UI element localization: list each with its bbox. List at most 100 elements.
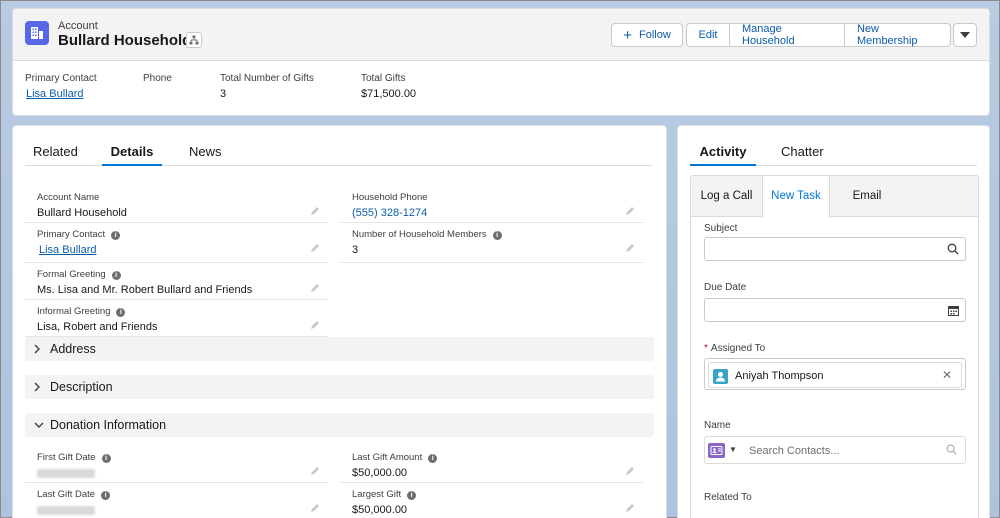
field-formal-greeting: Formal Greeting i Ms. Lisa and Mr. Robert… xyxy=(25,263,328,300)
manage-household-button[interactable]: Manage Household xyxy=(730,23,845,47)
chevron-down-icon xyxy=(960,32,970,38)
assigned-to-pill[interactable]: Aniyah Thompson ✕ xyxy=(708,362,962,388)
tab-chatter[interactable]: Chatter xyxy=(781,140,824,166)
pencil-icon[interactable] xyxy=(310,206,320,216)
section-donation-information[interactable]: Donation Information xyxy=(25,413,654,437)
related-to-label: Related To xyxy=(704,492,752,503)
tab-log-a-call[interactable]: Log a Call xyxy=(691,176,762,217)
search-icon xyxy=(947,243,959,255)
edit-button[interactable]: Edit xyxy=(686,23,730,47)
section-title: Donation Information xyxy=(50,418,167,432)
search-contacts-input[interactable]: Search Contacts... xyxy=(749,445,840,457)
field-label: Household Phone xyxy=(352,192,428,203)
new-membership-button[interactable]: New Membership xyxy=(845,23,951,47)
calendar-icon[interactable] xyxy=(948,305,959,316)
household-phone-link[interactable]: (555) 328-1274 xyxy=(352,207,427,219)
record-header: Account Bullard Household + Follow Edit … xyxy=(12,8,990,116)
section-description[interactable]: Description xyxy=(25,375,654,399)
highlight-total-number-of-gifts: Total Number of Gifts 3 xyxy=(220,73,314,100)
info-icon[interactable]: i xyxy=(111,231,121,240)
hierarchy-icon[interactable] xyxy=(186,32,202,48)
pencil-icon[interactable] xyxy=(310,243,320,253)
assigned-to-name: Aniyah Thompson xyxy=(735,370,824,382)
field-label-text: Last Gift Date xyxy=(37,489,96,500)
highlight-value: $71,500.00 xyxy=(361,88,417,100)
field-last-gift-amount: Last Gift Amount i $50,000.00 xyxy=(340,446,643,483)
chevron-down-icon xyxy=(34,422,44,428)
subject-input[interactable] xyxy=(704,237,966,261)
subject-label: Subject xyxy=(704,223,738,234)
field-informal-greeting: Informal Greeting i Lisa, Robert and Frie… xyxy=(25,300,328,337)
field-value: $50,000.00 xyxy=(352,504,408,516)
tab-details[interactable]: Details xyxy=(102,140,162,166)
app-frame: Account Bullard Household + Follow Edit … xyxy=(0,0,1000,518)
field-last-gift-date: Last Gift Date i xyxy=(25,483,328,518)
follow-button[interactable]: + Follow xyxy=(611,23,683,47)
task-composer: Log a Call New Task Email Subject Due Da… xyxy=(690,175,979,518)
info-icon[interactable]: i xyxy=(428,454,438,463)
tab-new-task[interactable]: New Task xyxy=(762,176,830,218)
field-household-phone: Household Phone (555) 328-1274 xyxy=(340,186,643,223)
assigned-to-field: Aniyah Thompson ✕ xyxy=(704,358,966,390)
primary-contact-text: Lisa Bullard xyxy=(39,244,97,256)
info-icon[interactable]: i xyxy=(101,491,111,500)
tab-email[interactable]: Email xyxy=(830,176,904,217)
field-value: $50,000.00 xyxy=(352,467,408,479)
tab-related[interactable]: Related xyxy=(33,140,78,166)
info-icon[interactable]: i xyxy=(101,454,111,463)
pencil-icon[interactable] xyxy=(310,503,320,513)
more-actions-button[interactable] xyxy=(953,23,977,47)
contact-icon[interactable] xyxy=(708,443,725,458)
pencil-icon[interactable] xyxy=(625,503,635,513)
highlight-primary-contact: Primary Contact Lisa Bullard xyxy=(25,73,97,100)
tab-activity[interactable]: Activity xyxy=(690,140,756,166)
pencil-icon[interactable] xyxy=(310,320,320,330)
field-label-text: First Gift Date xyxy=(37,452,96,463)
follow-label: Follow xyxy=(638,29,671,41)
field-label-text: Informal Greeting xyxy=(37,306,111,317)
primary-contact-field-link[interactable]: Lisa Bullard xyxy=(39,244,96,256)
header-actions: + Follow Edit Manage Household New Membe… xyxy=(611,23,977,47)
record-tabs: Related Details News xyxy=(25,140,652,166)
field-label: Last Gift Amount i xyxy=(352,452,438,463)
tab-news[interactable]: News xyxy=(189,140,222,166)
activity-tabs: Activity Chatter xyxy=(690,140,977,166)
search-icon xyxy=(946,444,957,455)
object-label: Account xyxy=(58,20,98,32)
record-name: Bullard Household xyxy=(58,32,192,49)
pencil-icon[interactable] xyxy=(310,466,320,476)
plus-icon: + xyxy=(623,26,632,44)
field-label-text: Last Gift Amount xyxy=(352,452,423,463)
field-value-redacted xyxy=(37,504,95,518)
info-icon[interactable]: i xyxy=(407,491,417,500)
field-value: Bullard Household xyxy=(37,207,127,219)
name-label: Name xyxy=(704,420,731,431)
field-label: Number of Household Members i xyxy=(352,229,502,240)
section-title: Address xyxy=(50,342,96,356)
account-icon xyxy=(25,21,49,45)
highlight-total-gifts: Total Gifts $71,500.00 xyxy=(361,73,416,100)
field-label-text: Number of Household Members xyxy=(352,229,487,240)
info-icon[interactable]: i xyxy=(111,271,121,280)
due-date-input[interactable] xyxy=(704,298,966,322)
field-label: Informal Greeting i xyxy=(37,306,126,317)
highlight-phone: Phone xyxy=(143,73,172,88)
info-icon[interactable]: i xyxy=(116,308,126,317)
pencil-icon[interactable] xyxy=(625,206,635,216)
remove-icon[interactable]: ✕ xyxy=(942,368,952,382)
highlights-panel: Primary Contact Lisa Bullard Phone Total… xyxy=(25,73,925,113)
pencil-icon[interactable] xyxy=(310,283,320,293)
field-primary-contact: Primary Contact i Lisa Bullard xyxy=(25,223,328,263)
primary-contact-link[interactable]: Lisa Bullard xyxy=(26,88,83,100)
section-address[interactable]: Address xyxy=(25,337,654,361)
record-header-top: Account Bullard Household + Follow Edit … xyxy=(13,9,989,61)
user-icon xyxy=(713,369,728,384)
pencil-icon[interactable] xyxy=(625,466,635,476)
pencil-icon[interactable] xyxy=(625,243,635,253)
highlight-value: 3 xyxy=(220,88,227,100)
highlight-label: Total Number of Gifts xyxy=(220,73,314,84)
info-icon[interactable]: i xyxy=(492,231,502,240)
field-label: Primary Contact i xyxy=(37,229,121,240)
chevron-down-icon[interactable]: ▼ xyxy=(729,445,737,454)
field-number-of-household-members: Number of Household Members i 3 xyxy=(340,223,643,263)
